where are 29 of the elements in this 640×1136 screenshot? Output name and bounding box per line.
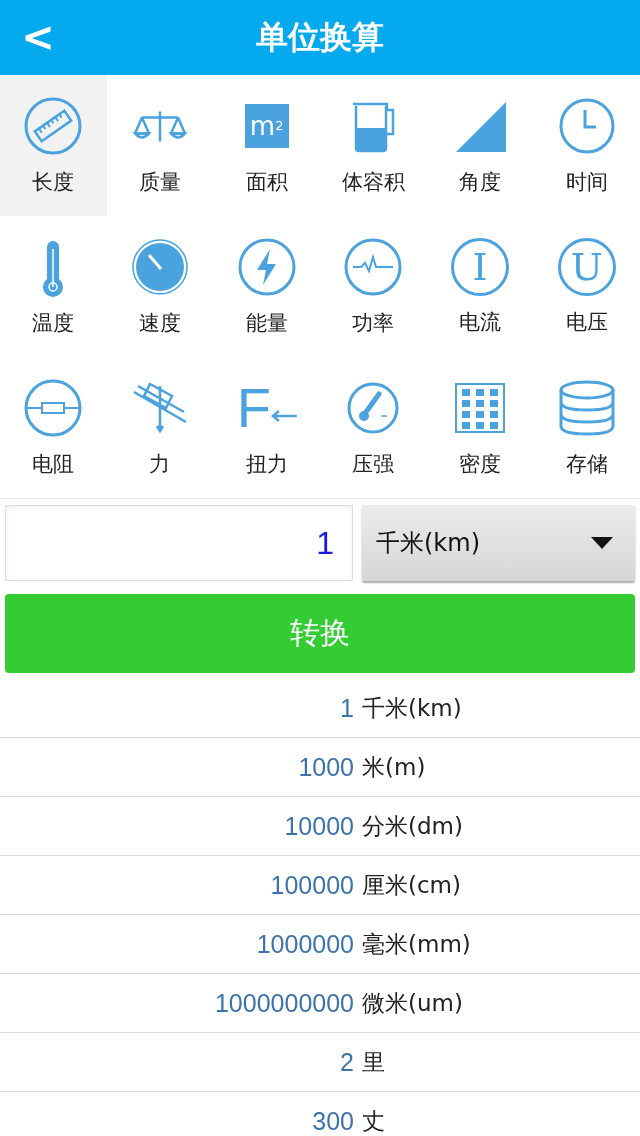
result-unit: 米(m) bbox=[362, 752, 426, 782]
result-unit: 分米(dm) bbox=[362, 811, 463, 841]
unit-dropdown[interactable]: 千米(km) bbox=[362, 505, 635, 581]
pulse-icon bbox=[343, 236, 404, 297]
result-value: 100000 bbox=[269, 870, 354, 900]
result-value: 2 bbox=[339, 1047, 354, 1077]
result-value: 1000000 bbox=[255, 929, 354, 959]
result-unit: 里 bbox=[362, 1047, 385, 1077]
lightning-icon bbox=[236, 236, 297, 297]
result-unit: 丈 bbox=[362, 1106, 385, 1136]
category-tile[interactable]: 长度 bbox=[0, 75, 107, 216]
value-input[interactable]: 1 bbox=[5, 505, 353, 581]
result-value: 1000000000 bbox=[213, 988, 354, 1018]
square-meter-icon: m$^{2}$ bbox=[244, 103, 289, 148]
result-value: 300 bbox=[311, 1106, 354, 1136]
letter-circle-icon: I bbox=[451, 237, 509, 296]
result-unit: 毫米(mm) bbox=[362, 929, 471, 959]
letter-circle-icon: U bbox=[557, 237, 616, 296]
page-title: 单位换算 bbox=[256, 16, 384, 58]
ruler-icon bbox=[23, 95, 84, 156]
result-unit: 厘米(cm) bbox=[362, 870, 461, 900]
result-value: 1000 bbox=[297, 752, 354, 782]
result-unit: 千米(km) bbox=[362, 693, 462, 723]
resistor-icon bbox=[23, 377, 84, 438]
result-value: 1 bbox=[339, 693, 354, 723]
dropdown-caret-icon bbox=[591, 537, 613, 549]
gauge-icon bbox=[130, 236, 190, 297]
result-value: 10000 bbox=[283, 811, 354, 841]
result-unit: 微米(um) bbox=[362, 988, 463, 1018]
